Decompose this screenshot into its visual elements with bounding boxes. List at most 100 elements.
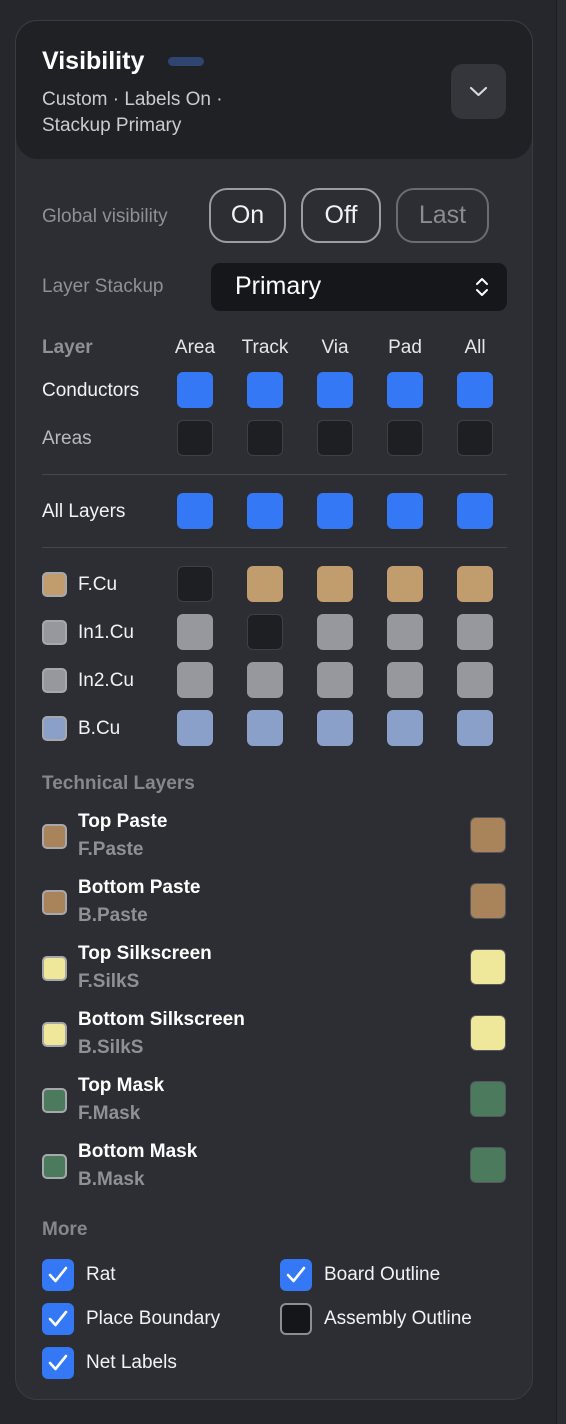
toggle-fcu-track[interactable]	[247, 566, 283, 602]
toggle-conductors-track[interactable]	[247, 372, 283, 408]
checkbox-board-outline[interactable]	[280, 1259, 312, 1291]
collapse-button[interactable]	[451, 64, 506, 119]
title-indicator	[168, 57, 204, 66]
checkmark-icon	[48, 1266, 68, 1283]
checkmark-icon	[48, 1310, 68, 1327]
layer-color-bcu[interactable]	[42, 716, 67, 741]
technical-layers-title: Technical Layers	[42, 773, 195, 794]
updown-chevron-icon	[476, 278, 488, 296]
toggle-bcu-track[interactable]	[247, 710, 283, 746]
toggle-all-layers-area[interactable]	[177, 493, 213, 529]
toggle-top-paste[interactable]	[470, 817, 506, 853]
more-title: More	[42, 1219, 88, 1240]
toggle-areas-area[interactable]	[177, 420, 213, 456]
toggle-fcu-via[interactable]	[317, 566, 353, 602]
layer-column-header: Layer	[42, 337, 93, 358]
tech-name-top-silkscreen: Top Silkscreen	[78, 943, 212, 964]
toggle-areas-all[interactable]	[457, 420, 493, 456]
tech-color-bottom-silkscreen[interactable]	[42, 1022, 67, 1047]
checkbox-place-boundary[interactable]	[42, 1303, 74, 1335]
layer-color-in2cu[interactable]	[42, 668, 67, 693]
visibility-panel: Visibility Custom · Labels On · Stackup …	[15, 20, 533, 1400]
global-visibility-label: Global visibility	[42, 206, 168, 227]
toggle-areas-pad[interactable]	[387, 420, 423, 456]
toggle-top-silkscreen[interactable]	[470, 949, 506, 985]
toggle-areas-track[interactable]	[247, 420, 283, 456]
toggle-all-layers-track[interactable]	[247, 493, 283, 529]
checkbox-label-rat: Rat	[86, 1264, 116, 1285]
toggle-bottom-paste[interactable]	[470, 883, 506, 919]
checkbox-rat[interactable]	[42, 1259, 74, 1291]
toggle-bcu-via[interactable]	[317, 710, 353, 746]
panel-subtitle: Custom · Labels On · Stackup Primary	[42, 89, 223, 136]
toggle-fcu-area[interactable]	[177, 566, 213, 602]
global-last-button[interactable]: Last	[396, 188, 489, 243]
toggle-bottom-silkscreen[interactable]	[470, 1015, 506, 1051]
toggle-all-layers-pad[interactable]	[387, 493, 423, 529]
tech-color-top-silkscreen[interactable]	[42, 956, 67, 981]
tech-name-bottom-mask: Bottom Mask	[78, 1141, 198, 1162]
tech-sub-bottom-mask: B.Mask	[78, 1169, 145, 1190]
tech-color-bottom-paste[interactable]	[42, 890, 67, 915]
column-header-track: Track	[241, 337, 289, 358]
row-label-all-layers: All Layers	[42, 501, 126, 522]
global-off-button[interactable]: Off	[301, 188, 381, 243]
toggle-in1cu-via[interactable]	[317, 614, 353, 650]
column-header-all: All	[464, 337, 486, 358]
checkbox-assembly-outline[interactable]	[280, 1303, 312, 1335]
tech-color-top-paste[interactable]	[42, 824, 67, 849]
row-label-conductors: Conductors	[42, 380, 140, 401]
toggle-in2cu-pad[interactable]	[387, 662, 423, 698]
tech-name-bottom-silkscreen: Bottom Silkscreen	[78, 1009, 245, 1030]
global-on-button[interactable]: On	[209, 188, 286, 243]
toggle-all-layers-via[interactable]	[317, 493, 353, 529]
tech-name-top-mask: Top Mask	[78, 1075, 165, 1096]
layer-label-bcu: B.Cu	[78, 718, 121, 739]
toggle-bottom-mask[interactable]	[470, 1147, 506, 1183]
toggle-in1cu-area[interactable]	[177, 614, 213, 650]
layer-color-fcu[interactable]	[42, 572, 67, 597]
toggle-in2cu-via[interactable]	[317, 662, 353, 698]
column-header-area: Area	[174, 337, 216, 358]
layer-label-fcu: F.Cu	[78, 574, 118, 595]
tech-color-bottom-mask[interactable]	[42, 1154, 67, 1179]
toggle-all-layers-all[interactable]	[457, 493, 493, 529]
toggle-conductors-all[interactable]	[457, 372, 493, 408]
layer-stackup-select[interactable]: Primary	[211, 263, 507, 311]
layer-label-in2cu: In2.Cu	[78, 670, 134, 691]
panel-title: Visibility	[42, 47, 145, 75]
panel-header: Visibility Custom · Labels On · Stackup …	[16, 21, 532, 159]
column-header-via: Via	[321, 337, 349, 358]
toggle-fcu-all[interactable]	[457, 566, 493, 602]
toggle-conductors-area[interactable]	[177, 372, 213, 408]
toggle-fcu-pad[interactable]	[387, 566, 423, 602]
checkmark-icon	[48, 1354, 68, 1371]
row-label-areas: Areas	[42, 428, 92, 449]
toggle-in2cu-all[interactable]	[457, 662, 493, 698]
toggle-in2cu-area[interactable]	[177, 662, 213, 698]
tech-sub-bottom-paste: B.Paste	[78, 905, 148, 926]
layer-color-in1cu[interactable]	[42, 620, 67, 645]
toggle-in1cu-track[interactable]	[247, 614, 283, 650]
chevron-down-icon	[469, 86, 488, 97]
tech-name-top-paste: Top Paste	[78, 811, 168, 832]
toggle-areas-via[interactable]	[317, 420, 353, 456]
toggle-in2cu-track[interactable]	[247, 662, 283, 698]
toggle-in1cu-pad[interactable]	[387, 614, 423, 650]
tech-name-bottom-paste: Bottom Paste	[78, 877, 201, 898]
toggle-conductors-pad[interactable]	[387, 372, 423, 408]
toggle-top-mask[interactable]	[470, 1081, 506, 1117]
tech-sub-top-silkscreen: F.SilkS	[78, 971, 140, 992]
toggle-bcu-all[interactable]	[457, 710, 493, 746]
layer-label-in1cu: In1.Cu	[78, 622, 134, 643]
column-header-pad: Pad	[388, 337, 422, 358]
divider	[42, 474, 507, 475]
toggle-bcu-pad[interactable]	[387, 710, 423, 746]
toggle-in1cu-all[interactable]	[457, 614, 493, 650]
scrollbar[interactable]	[556, 0, 566, 1424]
checkbox-label-net-labels: Net Labels	[86, 1352, 177, 1373]
checkbox-net-labels[interactable]	[42, 1347, 74, 1379]
toggle-conductors-via[interactable]	[317, 372, 353, 408]
tech-color-top-mask[interactable]	[42, 1088, 67, 1113]
toggle-bcu-area[interactable]	[177, 710, 213, 746]
